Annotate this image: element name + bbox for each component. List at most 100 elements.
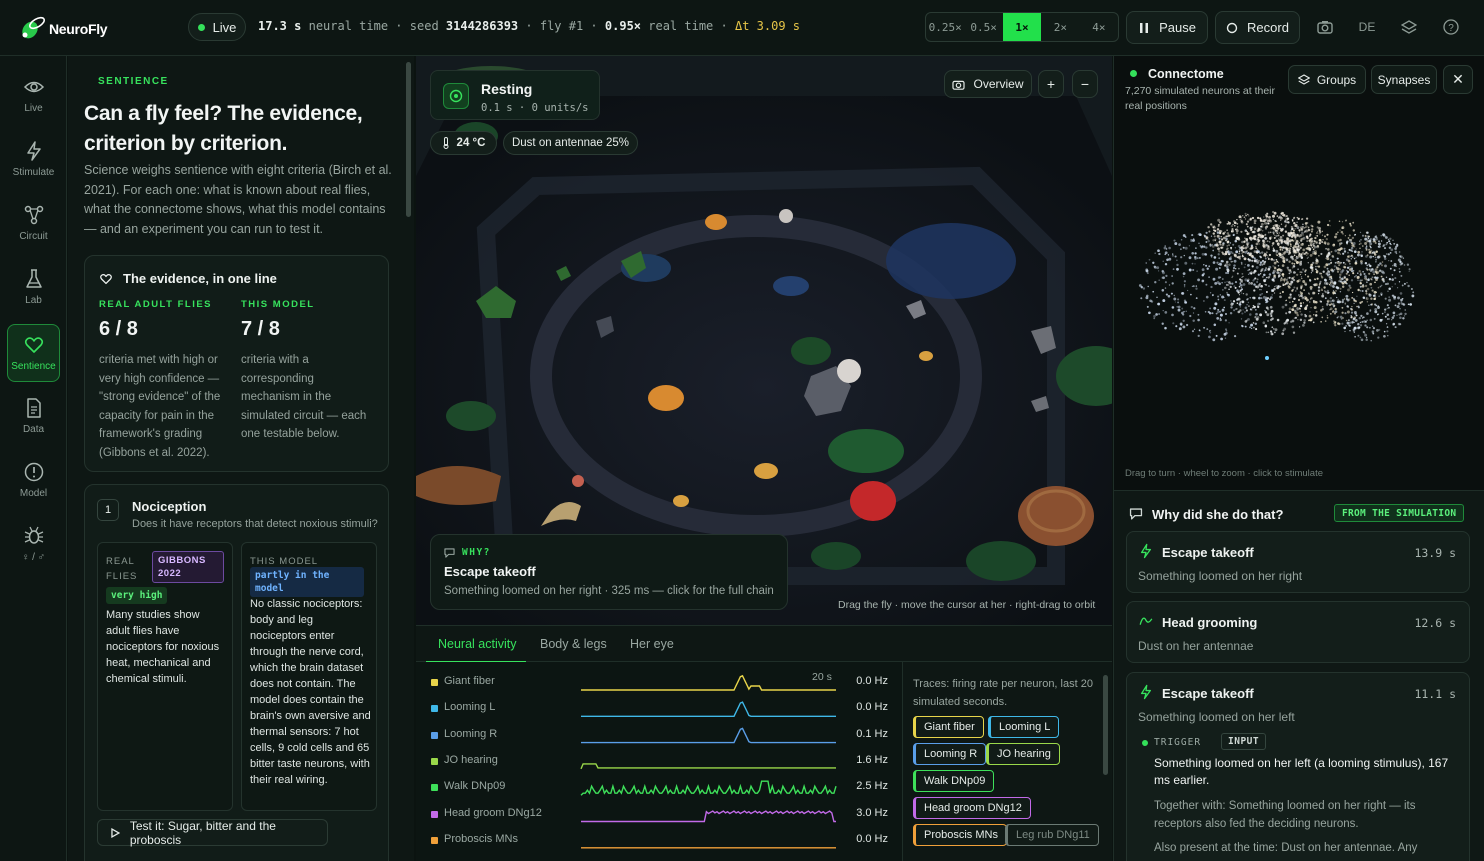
event-time: 12.6 s [1414,616,1456,630]
tab-body-legs[interactable]: Body & legs [540,637,607,651]
temperature-value: 24 °C [456,137,486,149]
model-text: No classic nociceptors: body and leg noc… [250,598,371,786]
delta-time: Δt 3.09 s [734,19,800,33]
camera-icon[interactable] [1316,18,1334,36]
trace-chip[interactable]: JO hearing [986,743,1060,765]
test-it-button[interactable]: Test it: Sugar, bitter and the proboscis [97,819,328,847]
connectome-render [1138,210,1415,360]
thermometer-icon [443,137,449,149]
layers-icon[interactable] [1400,18,1418,36]
event-card[interactable]: Head grooming 12.6 s Dust on her antenna… [1126,601,1470,663]
nav-stimulate[interactable]: Stimulate [7,130,60,188]
nav-label: ♀ / ♂ [21,552,46,563]
zoom-out-button[interactable]: − [1072,70,1098,98]
trace-chip[interactable]: Proboscis MNs [913,824,1007,846]
input-badge: INPUT [1221,733,1267,750]
why-label: WHY? [462,547,491,558]
nav-circuit[interactable]: Circuit [7,194,60,252]
also-present-text: Also present at the time: Dust on her an… [1154,842,1418,854]
nav-sentience[interactable]: Sentience [7,324,60,382]
tab-her-eye[interactable]: Her eye [630,637,674,651]
why-popup-title: Escape takeoff [444,564,536,579]
groups-button[interactable]: Groups [1288,65,1366,94]
lightning-icon [26,141,41,161]
evidence-heading-text: The evidence, in one line [123,271,277,286]
seed-value: 3144286393 [445,19,519,33]
nav-label: Live [24,103,43,114]
record-button[interactable]: Record [1215,11,1300,44]
tab-neural-activity[interactable]: Neural activity [438,637,517,651]
circuit-icon [24,205,43,225]
real-flies-column: REAL ADULT FLIES 6 / 8 criteria met with… [99,299,231,462]
neuron-cluster [1323,231,1415,342]
speed-05[interactable]: 0.5× [964,13,1002,41]
speed-1[interactable]: 1× [1002,13,1042,41]
speed-4[interactable]: 4× [1080,13,1118,41]
page-title: Can a fly feel? The evidence, criterion … [84,102,363,155]
real-flies-box-label: REAL FLIES [106,556,138,582]
overview-button[interactable]: Overview [944,70,1032,98]
nav-sex[interactable]: ♀ / ♂ [7,515,60,573]
trace-chip[interactable]: Head groom DNg12 [913,797,1031,819]
record-icon [1226,22,1238,33]
trace-chip[interactable]: Looming L [988,716,1060,738]
temperature-chip[interactable]: 24 °C [430,131,497,155]
nav-label: Stimulate [12,167,55,178]
nav-model[interactable]: Model [7,451,60,509]
side-nav: Live Stimulate Circuit Lab Sentience Dat… [0,56,67,861]
nav-label: Circuit [19,231,48,242]
zoom-in-button[interactable]: + [1038,70,1064,98]
speed-025[interactable]: 0.25× [926,13,964,41]
live-indicator[interactable]: Live [188,13,246,41]
nav-data[interactable]: Data [7,387,60,445]
groups-label: Groups [1316,72,1357,87]
real-flies-score: 6 / 8 [99,318,138,340]
synapses-button[interactable]: Synapses [1371,65,1437,94]
language-toggle[interactable]: DE [1358,18,1376,36]
neural-time-value: 17.3 s [258,19,302,33]
trace-chip[interactable]: Looming R [913,743,987,765]
event-card-expanded[interactable]: Escape takeoff 11.1 s Something loomed o… [1126,672,1470,861]
bug-icon [24,526,43,544]
nav-label: Lab [25,295,42,306]
legend-scrollbar[interactable] [1103,675,1108,775]
event-title: Head grooming [1162,615,1258,630]
nav-lab[interactable]: Lab [7,258,60,316]
real-time-value: 0.95× [604,19,642,33]
trace-line [581,727,836,744]
confidence-badge: very high [106,587,168,604]
left-scrollbar[interactable] [406,62,411,217]
real-flies-desc: criteria met with high or very high conf… [99,354,221,459]
scene-hint: Drag the fly · move the cursor at her · … [838,599,1096,611]
connectome-title: Connectome [1148,67,1224,81]
play-icon [111,827,120,838]
trace-chip[interactable]: Giant fiber [913,716,984,738]
sim-status: 17.3 s neural time · seed 3144286393 · f… [258,19,800,33]
close-icon[interactable]: ✕ [1443,65,1473,94]
help-icon[interactable]: ? [1442,18,1460,36]
real-flies-label: REAL ADULT FLIES [99,299,213,310]
pause-label: Pause [1159,20,1196,35]
speed-2[interactable]: 2× [1041,13,1079,41]
info-icon [24,462,43,482]
dust-chip[interactable]: Dust on antennae 25% [503,131,638,155]
why-popup[interactable]: WHY? Escape takeoff Something loomed on … [430,534,788,610]
event-card[interactable]: Escape takeoff 13.9 s Something loomed o… [1126,531,1470,593]
live-label: Live [212,19,237,35]
event-time: 13.9 s [1414,546,1456,560]
stimulus-dot [1265,356,1269,360]
trace-chip[interactable]: Walk DNp09 [913,770,995,792]
neuron-cluster [1203,210,1324,262]
neural-activity-panel: 20 s Giant fiber 0.0 Hz Looming L 0.0 Hz Loo… [416,662,902,861]
connectome-view[interactable]: Connectome 7,270 simulated neurons at th… [1114,56,1484,490]
heart-icon [100,273,112,284]
why-panel: Why did she do that? FROM THE SIMULATION… [1114,490,1484,861]
trace-line [580,780,837,796]
event-title: Escape takeoff [1162,545,1254,560]
nav-live[interactable]: Live [7,66,60,124]
scene-viewport[interactable]: Resting 0.1 s · 0 units/s 24 °C Dust on … [416,56,1112,625]
pause-button[interactable]: Pause [1126,11,1208,44]
trace-chip[interactable]: Leg rub DNg11 [1005,824,1099,846]
logo[interactable]: NeuroFly [18,14,118,44]
svg-text:?: ? [1448,23,1454,34]
